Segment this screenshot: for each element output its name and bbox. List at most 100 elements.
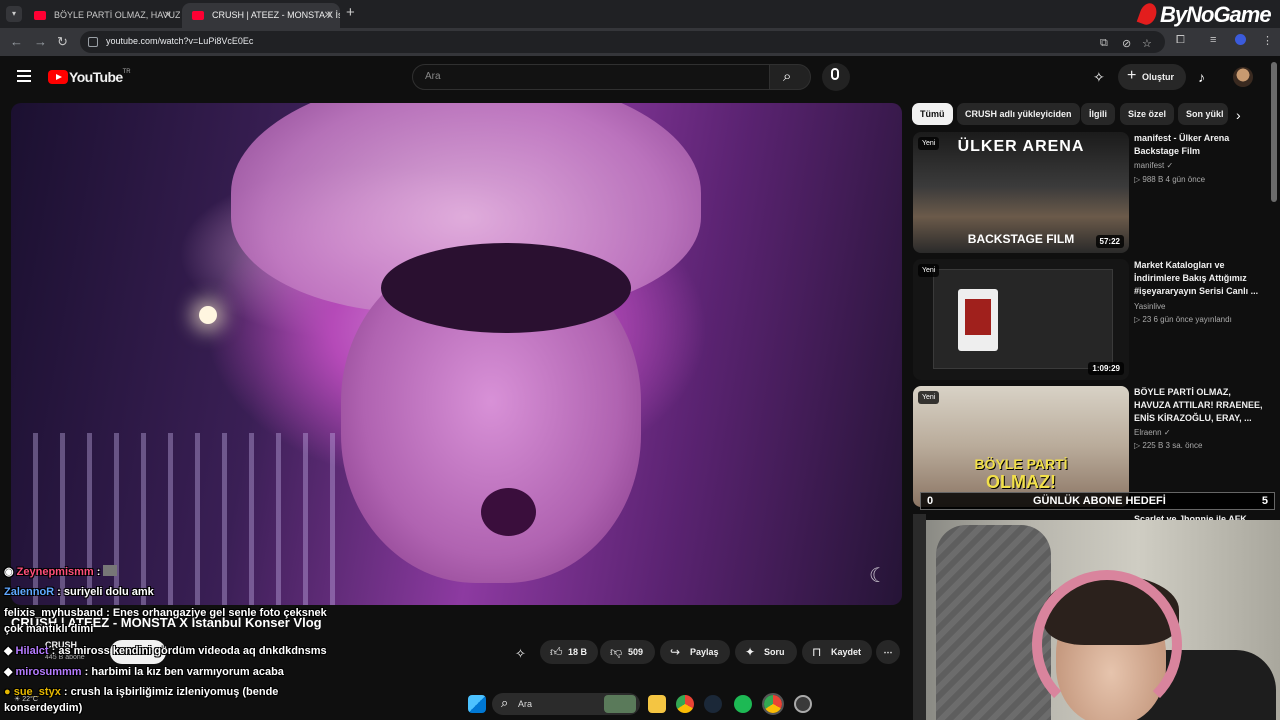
more-actions-button[interactable]: ⋯ <box>876 640 900 664</box>
kebab-menu-icon[interactable]: ⋮ <box>1262 34 1273 47</box>
recommended-channel[interactable]: manifest ✓ <box>1134 161 1173 170</box>
recommended-meta-text: 225 B 3 sa. önce <box>1142 441 1203 450</box>
browser-tab-bar: ▾ BÖYLE PARTİ OLMAZ, HAVUZA ✕ CRUSH | AT… <box>0 0 1280 28</box>
search-button[interactable]: ⌕ <box>769 64 811 90</box>
search-box[interactable] <box>412 64 770 90</box>
chip-for-you[interactable]: Size özel <box>1120 103 1175 125</box>
chat-username: Hilalct <box>15 645 49 657</box>
share-arrow-icon: ↪ <box>670 645 681 659</box>
studio-icon[interactable]: ✧ <box>515 646 526 662</box>
obs-icon[interactable] <box>794 695 812 713</box>
chat-text: suriyeli dolu amk <box>63 586 154 598</box>
goal-end-value: 5 <box>1261 495 1268 507</box>
chip-recently-uploaded[interactable]: Son yükl <box>1178 103 1228 125</box>
new-tab-button[interactable]: + <box>346 4 355 21</box>
notifications-bell-icon[interactable]: ♪ <box>1198 69 1205 85</box>
duration-badge: 57:22 <box>1095 235 1124 248</box>
tab-search-button[interactable]: ▾ <box>6 6 22 22</box>
youtube-logo[interactable]: YouTubeTR <box>48 68 131 86</box>
thumbnail-text: BÖYLE PARTİ <box>974 456 1068 472</box>
video-player[interactable]: ☾ <box>11 103 902 605</box>
chat-message: ◆ Hilalct : as miross kendini gördüm vid… <box>4 645 327 657</box>
youtube-logo-text: YouTube <box>69 68 123 85</box>
studio-icon[interactable]: ✧ <box>1093 69 1105 86</box>
chat-message: ZalennoR : suriyeli dolu amk <box>4 586 154 598</box>
url-field[interactable]: youtube.com/watch?v=LuPi8VcE0Ec ⧉ ⊘ ☆ <box>80 31 1165 53</box>
video-thumbnail-partial[interactable] <box>913 514 926 720</box>
recommended-title[interactable]: Market Katalogları ve İndirimlere Bakış … <box>1134 259 1264 298</box>
recommended-channel[interactable]: Yasinlive <box>1134 302 1165 311</box>
video-frame-hair <box>381 243 631 333</box>
chrome-active-icon[interactable] <box>762 693 784 715</box>
page-scrollbar[interactable] <box>1271 62 1277 202</box>
chat-username: Zeynepmismm <box>16 566 94 578</box>
chat-username: ZalennoR <box>4 586 55 598</box>
channel-watermark-icon[interactable]: ☾ <box>869 563 887 588</box>
live-replay-icon: ▷ <box>1134 315 1141 324</box>
hamburger-menu-icon[interactable] <box>17 70 31 82</box>
weather-widget[interactable]: ☀ 22°C <box>14 695 38 703</box>
ask-button[interactable]: ✦ Soru <box>735 640 797 664</box>
recommended-meta-text: 988 B 4 gün önce <box>1142 175 1206 184</box>
chat-message: çok mantıklı dimi <box>4 623 93 635</box>
extensions-icon[interactable]: ⧠ <box>1176 34 1185 47</box>
windows-start-icon[interactable] <box>468 695 486 713</box>
tab-title: BÖYLE PARTİ OLMAZ, HAVUZA <box>54 10 180 20</box>
video-frame-moon <box>199 306 217 324</box>
steam-icon[interactable] <box>704 695 722 713</box>
close-tab-icon[interactable]: ✕ <box>324 3 332 28</box>
share-button[interactable]: ↪ Paylaş <box>660 640 730 664</box>
youtube-play-icon <box>48 69 68 84</box>
site-info-icon[interactable] <box>88 37 98 47</box>
browser-tab[interactable]: BÖYLE PARTİ OLMAZ, HAVUZA ✕ <box>24 3 180 28</box>
close-tab-icon[interactable]: ✕ <box>164 3 172 28</box>
new-badge: Yeni <box>918 264 940 277</box>
recommended-channel[interactable]: Elraenn ✓ <box>1134 428 1171 437</box>
weather-temp: 22°C <box>22 696 38 703</box>
spotify-icon[interactable] <box>734 695 752 713</box>
browser-tab-active[interactable]: CRUSH | ATEEZ - MONSTA X İst ✕ <box>182 3 340 28</box>
back-arrow-icon[interactable]: ← <box>10 34 23 49</box>
recommended-channel-name: manifest <box>1134 161 1165 170</box>
search-input[interactable] <box>425 71 725 82</box>
chrome-icon[interactable] <box>676 695 694 713</box>
chip-all[interactable]: Tümü <box>912 103 953 125</box>
chevron-right-icon[interactable]: › <box>1236 107 1241 123</box>
address-bar-row: ← → ↻ youtube.com/watch?v=LuPi8VcE0Ec ⧉ … <box>0 28 1280 56</box>
reload-icon[interactable]: ↻ <box>57 34 68 50</box>
thumbnail-phone-screen <box>965 299 991 335</box>
dislike-button[interactable]: 👎︎ 509 <box>600 640 655 664</box>
save-button[interactable]: ⊓ Kaydet <box>802 640 872 664</box>
forward-arrow-icon[interactable]: → <box>34 34 47 49</box>
video-thumbnail[interactable]: Yeni 1:09:29 <box>913 259 1129 380</box>
voice-search-button[interactable] <box>822 63 850 91</box>
chat-message: ◉ Zeynepmismm : <box>4 565 118 578</box>
chat-text: as miross kendini gördüm videoda aq dnkd… <box>58 645 327 657</box>
sparkle-icon: ✦ <box>745 645 756 659</box>
create-button[interactable]: Oluştur <box>1118 63 1186 90</box>
file-explorer-icon[interactable] <box>648 695 666 713</box>
bookmark-star-icon[interactable]: ☆ <box>1142 37 1152 50</box>
install-app-icon[interactable]: ⧉ <box>1100 37 1108 50</box>
bookmark-icon: ⊓ <box>812 645 822 659</box>
recommended-title[interactable]: manifest - Ülker Arena Backstage Film <box>1134 132 1264 158</box>
like-button[interactable]: 👍︎ 18 B <box>540 640 598 664</box>
chat-text: crush la işbirliğimiz izleniyomuş (bende <box>70 686 279 698</box>
search-highlight-icon[interactable] <box>604 695 636 713</box>
webcam-headset <box>1032 570 1182 720</box>
chip-from-uploader[interactable]: CRUSH adlı yükleyiciden <box>957 103 1080 125</box>
eye-off-icon[interactable]: ⊘ <box>1122 37 1131 50</box>
chip-related[interactable]: İlgili <box>1081 103 1115 125</box>
video-thumbnail[interactable]: BÖYLE PARTİ OLMAZ! Yeni <box>913 386 1129 507</box>
media-control-icon[interactable]: ≡ <box>1210 34 1216 46</box>
weather-icon: ☀ <box>14 696 21 703</box>
profile-icon[interactable] <box>1235 34 1246 45</box>
goal-label: GÜNLÜK ABONE HEDEFİ <box>1033 495 1166 507</box>
video-frame-mouth <box>481 488 536 536</box>
video-thumbnail[interactable]: ÜLKER ARENA BACKSTAGE FILM Yeni 57:22 <box>913 132 1129 253</box>
account-avatar[interactable] <box>1233 67 1253 87</box>
chat-username: felixis_myhusband <box>4 607 104 619</box>
chat-message: konserdeydim) <box>4 702 82 714</box>
chat-text: harbimi la kız ben varmıyorum acaba <box>91 666 284 678</box>
recommended-title[interactable]: BÖYLE PARTİ OLMAZ, HAVUZA ATTILAR! RRAEN… <box>1134 386 1264 425</box>
